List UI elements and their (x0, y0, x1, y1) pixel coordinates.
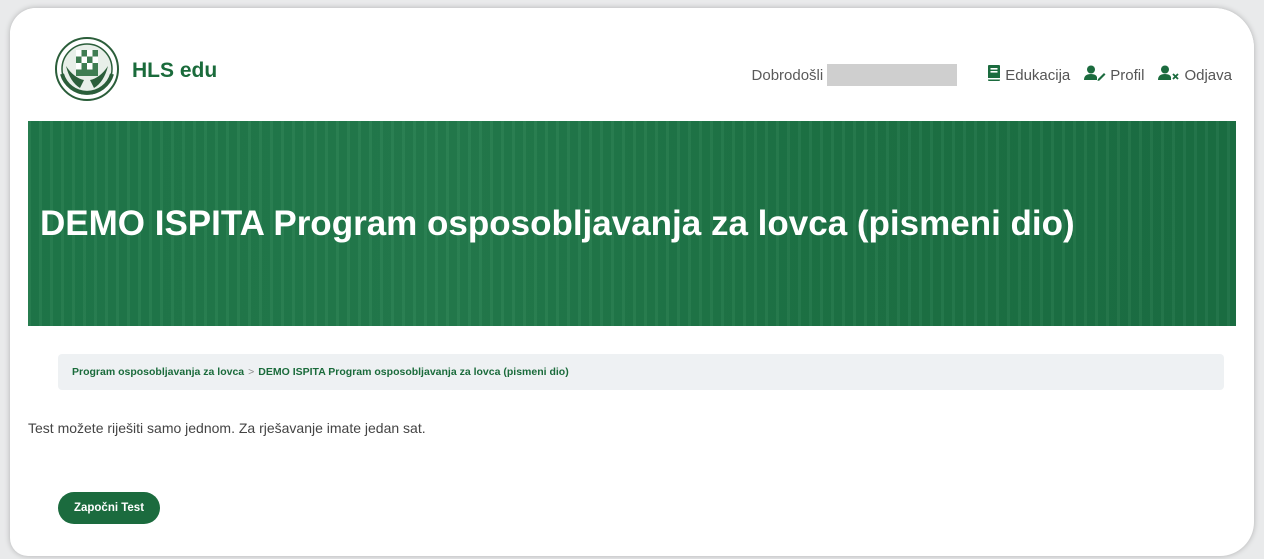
welcome-text: Dobrodošli (751, 66, 824, 84)
nav-education-label: Edukacija (1005, 66, 1071, 84)
user-edit-icon (1084, 65, 1110, 85)
brand-name[interactable]: HLS edu (132, 59, 217, 83)
book-icon (987, 64, 1005, 86)
breadcrumb: Program osposobljavanja za lovca > DEMO … (58, 354, 1224, 390)
breadcrumb-separator: > (248, 366, 255, 378)
nav-profile-label: Profil (1110, 66, 1145, 84)
breadcrumb-parent-link[interactable]: Program osposobljavanja za lovca (72, 366, 244, 378)
site-header: HLS edu Dobrodošli Edukacija Profil Odja… (10, 8, 1254, 121)
browser-frame: HLS edu Dobrodošli Edukacija Profil Odja… (10, 8, 1254, 556)
breadcrumb-current: DEMO ISPITA Program osposobljavanja za l… (258, 366, 569, 378)
nav-education[interactable]: Edukacija (987, 64, 1070, 86)
top-nav: Dobrodošli Edukacija Profil Odjava (752, 63, 1232, 87)
page-title: DEMO ISPITA Program osposobljavanja za l… (40, 204, 1075, 243)
start-test-button[interactable]: Započni Test (58, 492, 160, 524)
username-redacted (827, 64, 958, 86)
nav-profile[interactable]: Profil (1084, 65, 1144, 85)
nav-logout-label: Odjava (1184, 66, 1232, 84)
hero-banner: DEMO ISPITA Program osposobljavanja za l… (28, 121, 1236, 326)
test-info-text: Test možete riješiti samo jednom. Za rje… (28, 420, 426, 436)
logo-emblem-icon[interactable] (54, 36, 120, 102)
nav-logout[interactable]: Odjava (1158, 65, 1232, 85)
user-remove-icon (1158, 65, 1184, 85)
